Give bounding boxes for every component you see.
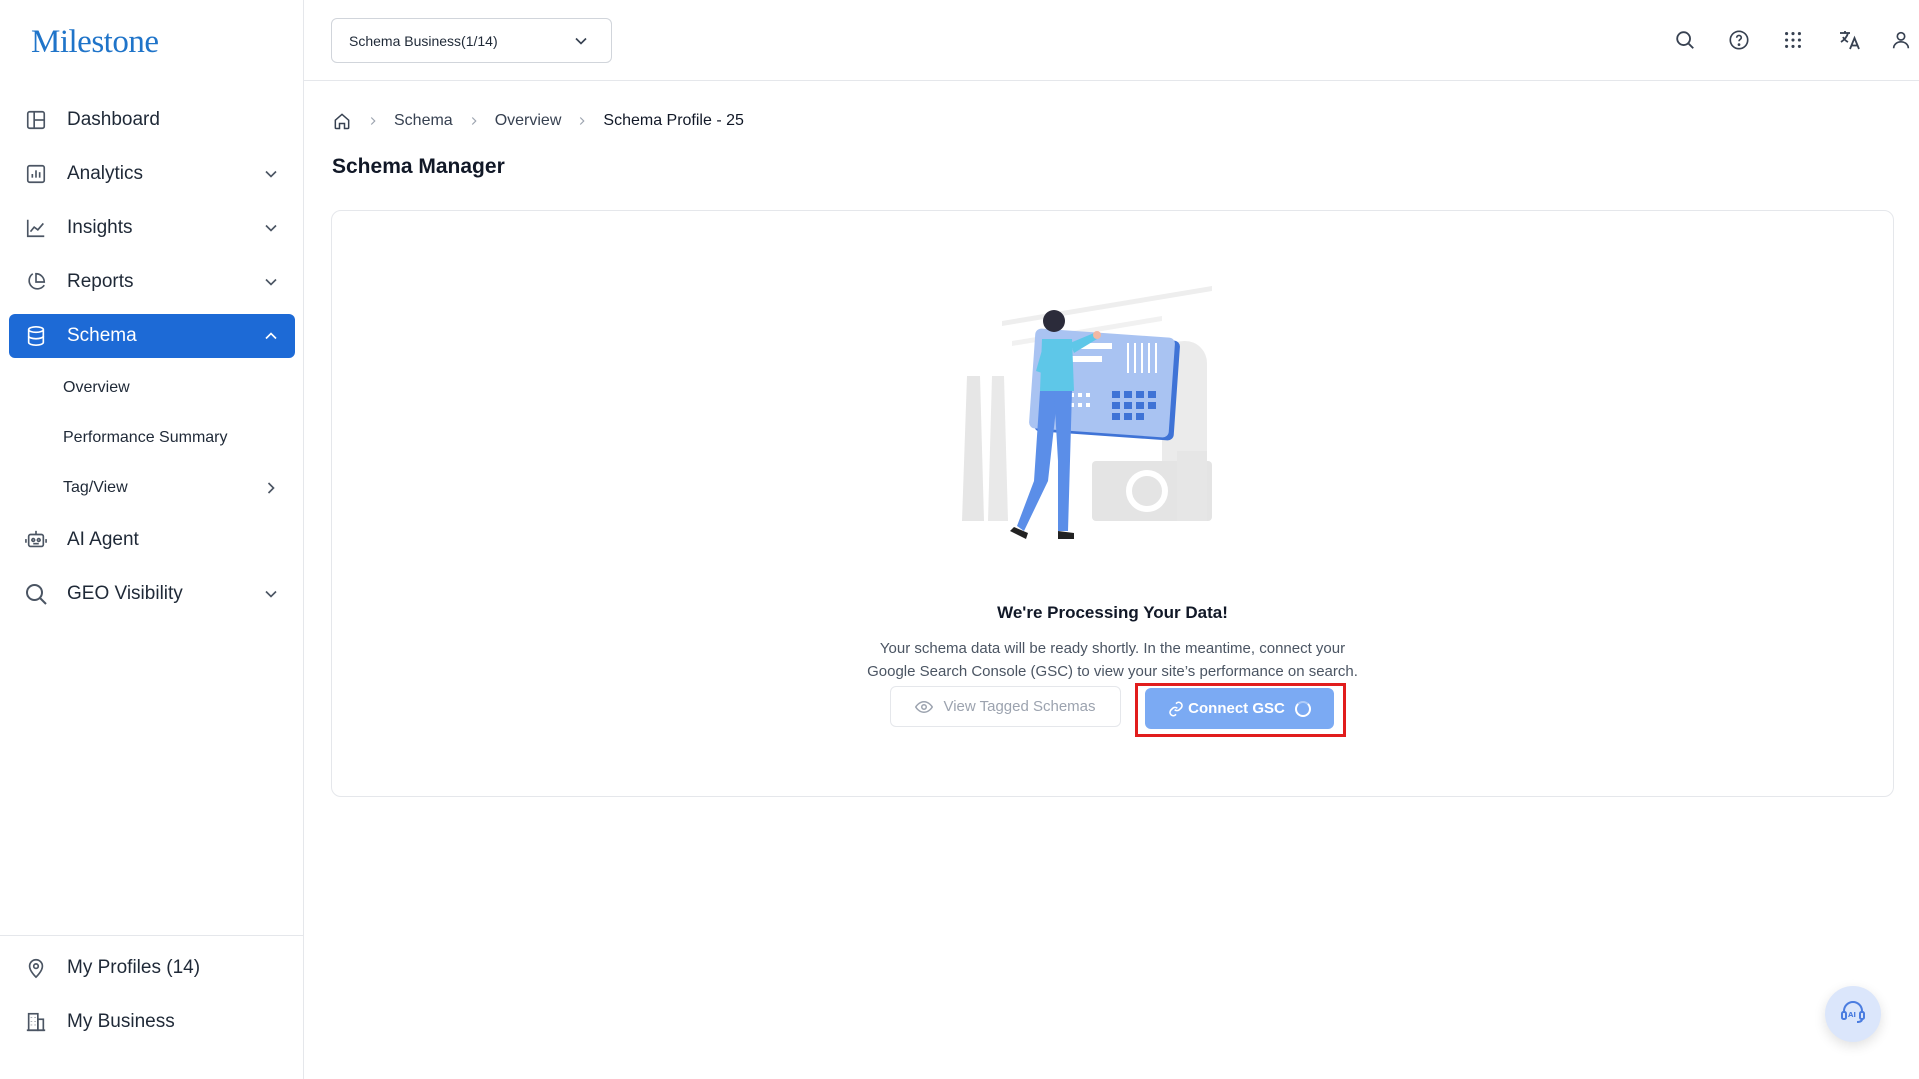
empty-state-title: We're Processing Your Data!: [997, 603, 1228, 622]
brand-logo[interactable]: Milestone: [31, 24, 159, 61]
business-select[interactable]: Schema Business(1/14): [331, 18, 612, 63]
sidebar: Milestone Dashboard Analytics Insights R…: [0, 0, 304, 1079]
user-icon[interactable]: [1887, 26, 1915, 54]
app-root: Milestone Dashboard Analytics Insights R…: [0, 0, 1919, 1079]
sidebar-subitem-performance-summary[interactable]: Performance Summary: [9, 418, 295, 458]
empty-state-message: Your schema data will be ready shortly. …: [332, 637, 1893, 683]
search-icon: [23, 581, 49, 607]
sidebar-item-label: GEO Visibility: [67, 583, 183, 604]
breadcrumb-item-schema[interactable]: Schema: [394, 112, 453, 130]
ai-chat-icon: AI: [1839, 998, 1867, 1031]
breadcrumb: Schema Overview Schema Profile - 25: [332, 111, 744, 131]
chevron-right-icon[interactable]: [261, 478, 281, 498]
search-icon[interactable]: [1671, 26, 1699, 54]
database-icon: [23, 323, 49, 349]
sidebar-item-analytics[interactable]: Analytics: [9, 152, 295, 196]
empty-state-card: We're Processing Your Data! Your schema …: [331, 210, 1894, 797]
sidebar-item-label: Analytics: [67, 163, 144, 184]
building-icon: [23, 1009, 49, 1035]
connect-gsc-button[interactable]: Connect GSC: [1145, 688, 1334, 729]
sidebar-item-label: My Profiles (14): [67, 957, 201, 978]
chevron-down-icon[interactable]: [261, 272, 281, 292]
sidebar-item-label: AI Agent: [67, 529, 139, 550]
home-icon[interactable]: [332, 111, 352, 131]
processing-illustration: [962, 286, 1212, 539]
sidebar-item-geo-visibility[interactable]: GEO Visibility: [9, 572, 295, 616]
sidebar-item-my-business[interactable]: My Business: [9, 1000, 303, 1044]
chevron-down-icon: [571, 31, 591, 51]
sidebar-item-dashboard[interactable]: Dashboard: [9, 98, 295, 142]
line-chart-icon: [23, 215, 49, 241]
sidebar-nav: Dashboard Analytics Insights Reports Sch…: [9, 98, 295, 626]
view-tagged-schemas-label: View Tagged Schemas: [943, 698, 1096, 715]
empty-state-line-2: Google Search Console (GSC) to view your…: [867, 663, 1358, 680]
help-icon[interactable]: [1725, 26, 1753, 54]
location-pin-icon: [23, 955, 49, 981]
chevron-down-icon[interactable]: [261, 218, 281, 238]
sidebar-item-schema[interactable]: Schema: [9, 314, 295, 358]
sidebar-item-label: Dashboard: [67, 109, 160, 130]
chevron-down-icon[interactable]: [261, 164, 281, 184]
breadcrumb-current: Schema Profile - 25: [603, 112, 744, 129]
sidebar-item-my-profiles[interactable]: My Profiles (14): [9, 946, 303, 990]
eye-icon: [915, 698, 934, 716]
top-header: Schema Business(1/14): [304, 0, 1919, 81]
loading-spinner-icon: [1294, 700, 1311, 717]
connect-gsc-label: Connect GSC: [1188, 700, 1285, 717]
chevron-down-icon[interactable]: [261, 584, 281, 604]
sidebar-subitem-label: Performance Summary: [63, 429, 228, 446]
pie-chart-icon: [23, 269, 49, 295]
empty-state-line-1: Your schema data will be ready shortly. …: [879, 640, 1346, 657]
robot-icon: [23, 527, 49, 553]
ai-assistant-button[interactable]: AI: [1825, 986, 1881, 1042]
sidebar-bottom: My Profiles (14) My Business: [0, 935, 303, 1054]
chevron-right-icon: [575, 114, 589, 128]
apps-grid-icon[interactable]: [1779, 26, 1807, 54]
sidebar-subitem-label: Tag/View: [63, 479, 128, 496]
business-select-value: Schema Business(1/14): [349, 32, 498, 49]
main-content: Schema Overview Schema Profile - 25 Sche…: [304, 81, 1919, 1079]
link-icon: [1168, 701, 1184, 717]
sidebar-item-reports[interactable]: Reports: [9, 260, 295, 304]
sidebar-item-label: My Business: [67, 1011, 175, 1032]
sidebar-subitem-overview[interactable]: Overview: [9, 368, 295, 408]
svg-text:AI: AI: [1848, 1011, 1856, 1019]
sidebar-item-label: Reports: [67, 271, 134, 292]
chevron-right-icon: [366, 114, 380, 128]
page-title: Schema Manager: [332, 155, 505, 178]
sidebar-item-ai-agent[interactable]: AI Agent: [9, 518, 295, 562]
translate-icon[interactable]: [1836, 26, 1864, 54]
sidebar-subitem-label: Overview: [63, 379, 130, 396]
sidebar-item-insights[interactable]: Insights: [9, 206, 295, 250]
bar-chart-icon: [23, 161, 49, 187]
dashboard-icon: [23, 107, 49, 133]
sidebar-item-label: Schema: [67, 325, 137, 346]
sidebar-item-label: Insights: [67, 217, 133, 238]
view-tagged-schemas-button[interactable]: View Tagged Schemas: [890, 686, 1121, 727]
chevron-right-icon: [467, 114, 481, 128]
breadcrumb-item-overview[interactable]: Overview: [495, 112, 562, 130]
sidebar-subitem-tag-view[interactable]: Tag/View: [9, 468, 295, 508]
chevron-up-icon[interactable]: [261, 326, 281, 346]
